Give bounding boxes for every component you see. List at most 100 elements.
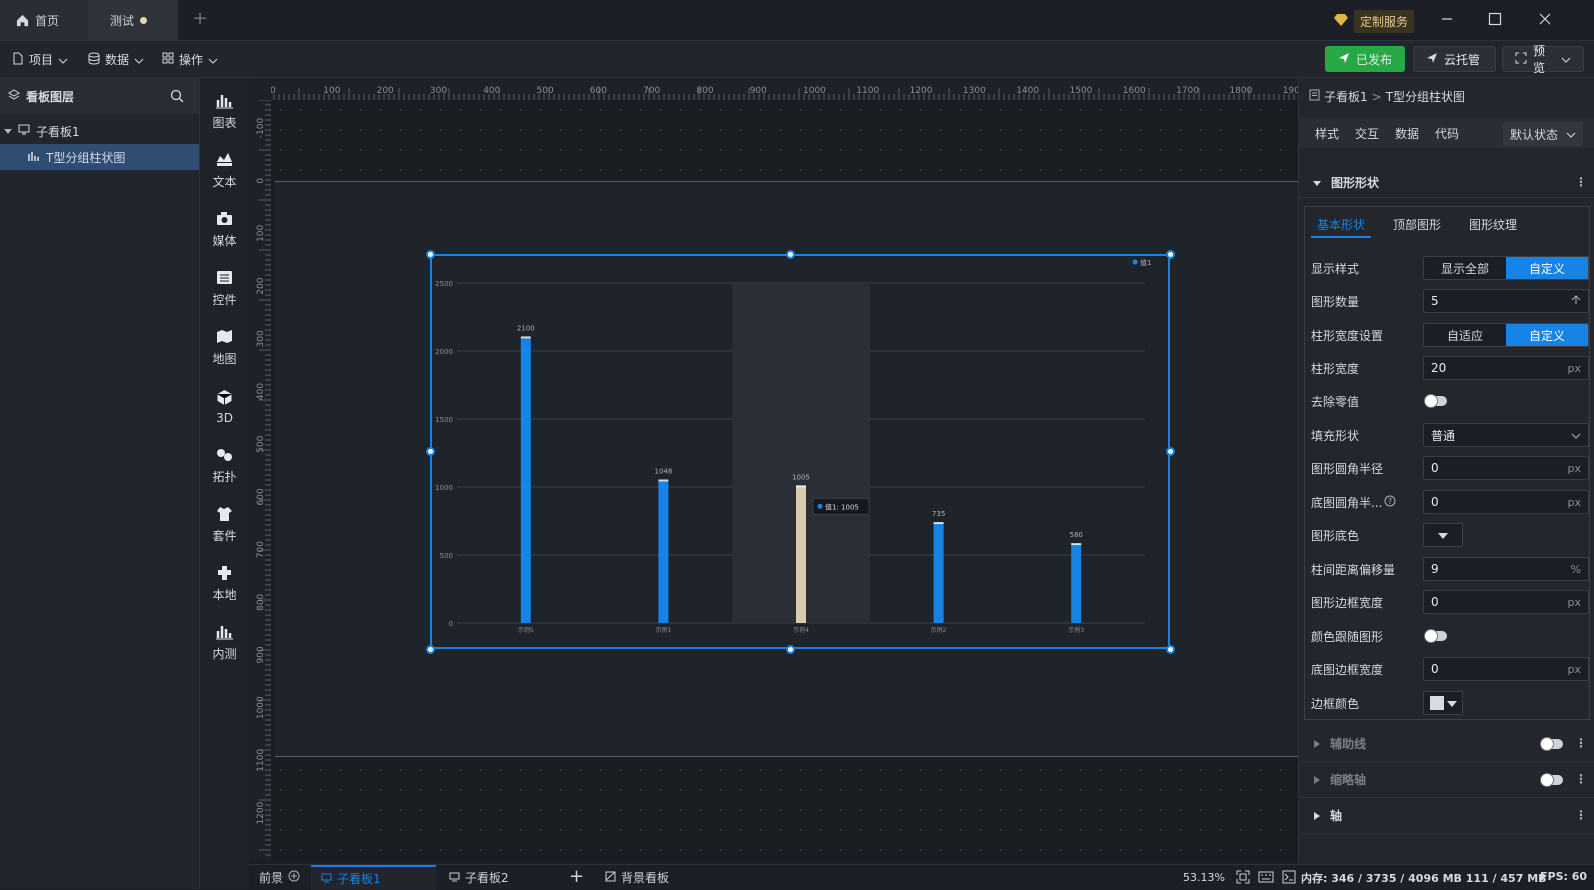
send-icon [1338, 52, 1350, 67]
follow-color-toggle[interactable] [1424, 629, 1447, 643]
tab-home[interactable]: 首页 [0, 0, 88, 40]
tab-document[interactable]: 测试 [88, 0, 178, 40]
stepper-up-icon[interactable] [1571, 294, 1581, 308]
component-text[interactable]: 文本 [200, 141, 249, 199]
unit-label: px [1567, 495, 1582, 509]
fill-shape-select[interactable]: 普通 [1423, 423, 1589, 447]
tree-item-board[interactable]: 子看板1 [0, 118, 199, 144]
foreground-tab[interactable]: 前景 [249, 865, 310, 890]
resize-handle[interactable] [1166, 447, 1175, 456]
row-count: 图形数量 5 [1311, 289, 1589, 313]
ruler-label: 500 [256, 435, 266, 452]
resize-handle[interactable] [786, 645, 795, 654]
image-icon [605, 871, 616, 885]
radius-input[interactable]: 0 px [1423, 456, 1589, 480]
section-toggle[interactable] [1540, 773, 1563, 787]
width-custom-option[interactable]: 自定义 [1506, 324, 1588, 346]
more-vertical-icon[interactable]: ⋮ [1575, 772, 1587, 786]
component-media[interactable]: 媒体 [200, 200, 249, 258]
ruler-label: 1600 [1123, 86, 1146, 96]
bar-width-input[interactable]: 20 px [1423, 356, 1589, 380]
component-beta-chart[interactable]: 内测 [200, 613, 249, 671]
bg-border-input[interactable]: 0 px [1423, 657, 1589, 681]
keyboard-icon[interactable] [1258, 870, 1274, 887]
data-label: 1005 [792, 473, 810, 481]
minimize-icon[interactable] [1440, 12, 1454, 26]
resize-handle[interactable] [426, 447, 435, 456]
shape-subtab[interactable]: 基本形状 [1311, 214, 1372, 238]
shape-subtab[interactable]: 顶部图形 [1387, 214, 1447, 238]
fit-screen-icon[interactable] [1236, 870, 1250, 887]
tab-board1[interactable]: 子看板1 [311, 865, 436, 890]
collapsed-section[interactable]: 轴 ⋮ [1299, 798, 1594, 834]
more-vertical-icon[interactable]: ⋮ [1575, 808, 1587, 822]
ruler-label: 1500 [1070, 86, 1093, 96]
close-icon[interactable] [1538, 12, 1552, 26]
tab-board2[interactable]: 子看板2 [439, 865, 561, 890]
offset-input[interactable]: 9 % [1423, 557, 1589, 581]
display-custom-option[interactable]: 自定义 [1506, 257, 1588, 279]
resize-handle[interactable] [1166, 250, 1175, 259]
chevron-down-icon [1566, 127, 1576, 141]
search-icon[interactable] [170, 89, 184, 106]
fps-status: FPS: 60 [1540, 870, 1588, 883]
maximize-icon[interactable] [1488, 12, 1502, 26]
fill-color-picker[interactable] [1423, 523, 1463, 547]
ruler-label: 1900 [1283, 86, 1298, 96]
border-width-input[interactable]: 0 px [1423, 590, 1589, 614]
resize-handle[interactable] [786, 250, 795, 259]
shape-subtab[interactable]: 图形纹理 [1463, 214, 1523, 238]
component-map[interactable]: 地图 [200, 318, 249, 376]
tree-item-chart[interactable]: T型分组柱状图 [0, 144, 199, 170]
resize-handle[interactable] [1166, 645, 1175, 654]
display-all-option[interactable]: 显示全部 [1424, 257, 1506, 279]
more-vertical-icon[interactable]: ⋮ [1575, 736, 1587, 750]
collapsed-section[interactable]: 缩略轴 ⋮ [1299, 762, 1594, 798]
terminal-icon[interactable] [1282, 870, 1296, 887]
remove-zero-toggle[interactable] [1424, 394, 1447, 408]
component-topology[interactable]: 拓扑 [200, 436, 249, 494]
unit-label: px [1567, 461, 1582, 475]
add-board-plus-icon[interactable]: + [569, 866, 584, 887]
chart-widget[interactable]: 0 500 1000 1500 2000 2500 2100 示例5 1048 示例1 1005 示例… [430, 254, 1170, 649]
preview-button[interactable]: 预览 [1502, 44, 1584, 75]
resize-handle[interactable] [426, 250, 435, 259]
panel-tab[interactable]: 交互 [1355, 125, 1379, 142]
section-shape-header[interactable]: 图形形状 ⋮ [1299, 168, 1594, 198]
data-menu[interactable]: 数据 [80, 41, 152, 78]
section-toggle[interactable] [1540, 737, 1563, 751]
component-chart[interactable]: 图表 [200, 82, 249, 140]
count-input[interactable]: 5 [1423, 289, 1589, 313]
bg-radius-input[interactable]: 0 px [1423, 490, 1589, 514]
help-circle-icon[interactable]: ? [1384, 495, 1396, 510]
published-button[interactable]: 已发布 [1325, 46, 1405, 72]
operation-menu[interactable]: 操作 [154, 41, 226, 78]
bg-radius-label-wrap: 底图圆角半... ? [1311, 494, 1411, 511]
add-circle-icon[interactable] [288, 870, 300, 885]
panel-tab[interactable]: 样式 [1315, 125, 1339, 142]
display-style-toggle[interactable]: 显示全部 自定义 [1423, 256, 1589, 280]
resize-handle[interactable] [426, 645, 435, 654]
more-vertical-icon[interactable]: ⋮ [1575, 175, 1587, 189]
tab-background-board[interactable]: 背景看板 [595, 865, 679, 890]
adaptive-option[interactable]: 自适应 [1424, 324, 1506, 346]
ruler-label: 1200 [910, 86, 933, 96]
title-bar: 首页 测试 + 定制服务 [0, 0, 1594, 40]
component-control[interactable]: 控件 [200, 259, 249, 317]
panel-tab[interactable]: 数据 [1395, 125, 1419, 142]
new-tab-plus-icon[interactable]: + [190, 9, 210, 29]
collapsed-section[interactable]: 辅助线 ⋮ [1299, 726, 1594, 762]
zoom-level[interactable]: 53.13% [1183, 871, 1225, 884]
state-select[interactable]: 默认状态 [1503, 122, 1583, 146]
border-color-picker[interactable] [1423, 691, 1463, 715]
cloud-host-button[interactable]: 云托管 [1413, 46, 1496, 72]
component-cube[interactable]: 3D [200, 377, 249, 435]
bar-width-setting-toggle[interactable]: 自适应 自定义 [1423, 323, 1589, 347]
custom-service-link[interactable]: 定制服务 [1334, 10, 1415, 33]
panel-tab[interactable]: 代码 [1435, 125, 1459, 142]
component-puzzle[interactable]: 本地 [200, 554, 249, 612]
monitor-icon [449, 871, 460, 885]
project-menu[interactable]: 项目 [4, 41, 76, 78]
breadcrumb-parent[interactable]: 子看板1 [1324, 88, 1368, 105]
component-kit[interactable]: 套件 [200, 495, 249, 553]
